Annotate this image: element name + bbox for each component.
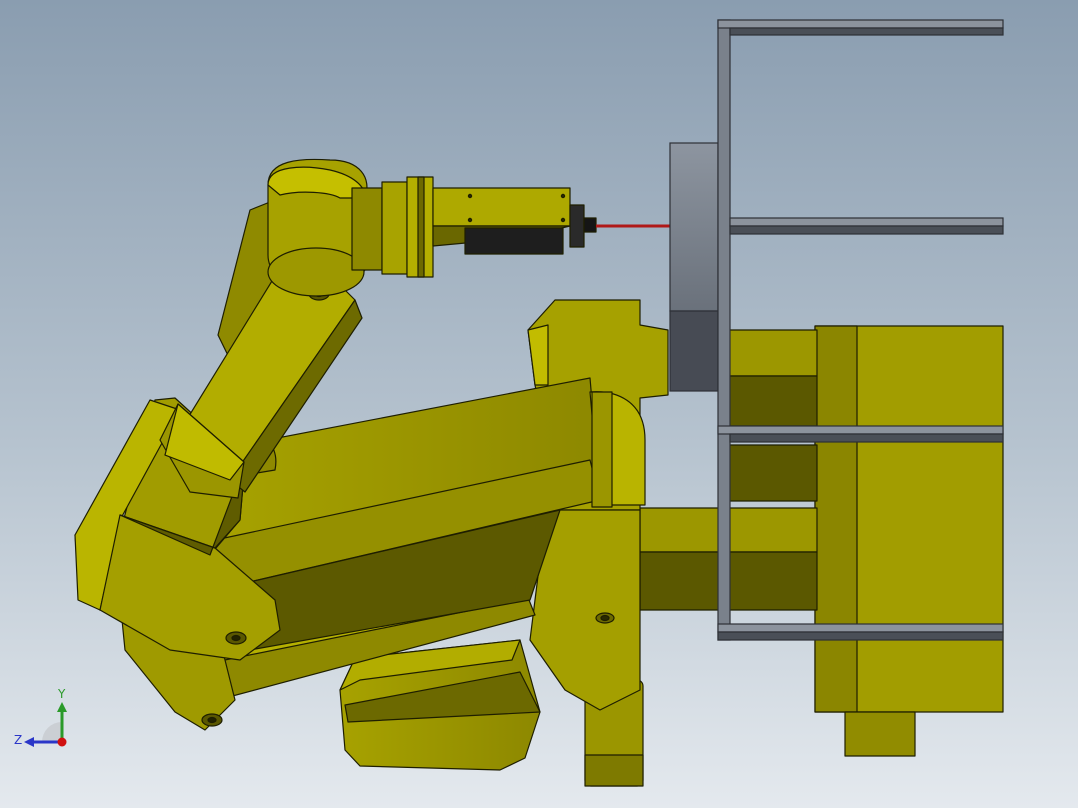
z-axis-label: Z <box>14 733 22 747</box>
y-arrowhead-icon <box>57 702 67 712</box>
cad-viewport[interactable]: Y Z <box>0 0 1078 808</box>
y-axis-label: Y <box>57 687 66 701</box>
coordinate-triad: Y Z <box>14 687 67 747</box>
robot-assembly-model[interactable] <box>0 0 1078 808</box>
wrist-joint <box>267 158 434 297</box>
x-axis-dot-icon <box>57 737 67 747</box>
laser-head <box>432 187 597 255</box>
z-arrowhead-icon <box>24 737 34 747</box>
